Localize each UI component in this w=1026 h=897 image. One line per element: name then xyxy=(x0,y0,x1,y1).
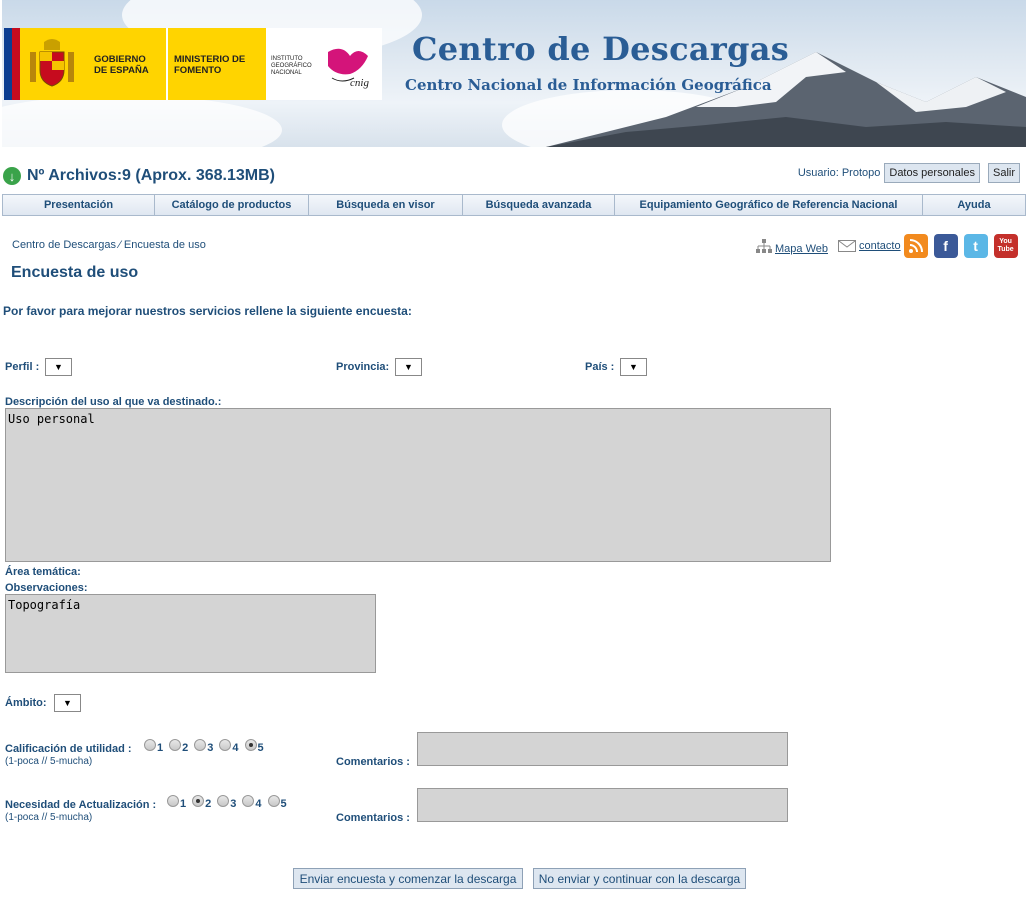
main-navigation: Presentación Catálogo de productos Búsqu… xyxy=(2,194,1026,216)
pais-label: País : xyxy=(585,361,615,373)
exit-button[interactable]: Salir xyxy=(987,163,1020,183)
area-tematica-label: Área temática: xyxy=(5,566,81,578)
spain-coat-of-arms-icon xyxy=(30,39,74,87)
actualizacion-radio-1[interactable] xyxy=(167,795,179,807)
actualizacion-radio-3[interactable] xyxy=(217,795,230,807)
contact-link[interactable]: contacto xyxy=(859,240,901,252)
download-summary[interactable]: ↓ Nº Archivos:9 (Aprox. 368.13MB) xyxy=(3,167,275,185)
chevron-down-icon: ▼ xyxy=(404,362,413,372)
cnig-wordmark: cnig xyxy=(350,77,369,89)
utilidad-rating: 1 2 3 4 5 xyxy=(138,739,264,754)
nav-equipamiento[interactable]: Equipamiento Geográfico de Referencia Na… xyxy=(615,195,923,215)
descripcion-textarea[interactable]: Uso personal xyxy=(5,408,831,562)
breadcrumb[interactable]: Centro de Descargas ⁄ Encuesta de uso xyxy=(12,239,206,251)
perfil-select[interactable]: ▼ xyxy=(45,358,72,376)
gobierno-text: GOBIERNO DE ESPAÑA xyxy=(94,54,149,76)
user-area: Usuario: Protopo Datos personales Salir xyxy=(798,163,1020,183)
utilidad-radio-4[interactable] xyxy=(219,739,232,751)
facebook-icon[interactable]: f xyxy=(933,234,958,258)
cnig-logo: cnig xyxy=(328,48,369,89)
utilidad-comentarios-label: Comentarios : xyxy=(336,756,410,768)
mail-icon xyxy=(838,240,856,252)
files-count-text: Nº Archivos:9 (Aprox. 368.13MB) xyxy=(27,167,275,184)
site-subtitle: Centro Nacional de Información Geográfic… xyxy=(405,76,772,94)
ambito-label: Ámbito: xyxy=(5,697,47,709)
observaciones-label: Observaciones: xyxy=(5,582,88,594)
youtube-icon[interactable]: You Tube xyxy=(993,234,1018,258)
actualizacion-rating: 1 2 3 4 5 xyxy=(161,795,287,810)
provincia-select[interactable]: ▼ xyxy=(395,358,422,376)
site-banner: GOBIERNO DE ESPAÑA MINISTERIO DE FOMENTO… xyxy=(2,0,1026,147)
nav-catalogo[interactable]: Catálogo de productos xyxy=(155,195,309,215)
download-arrow-icon: ↓ xyxy=(3,167,21,185)
nav-busqueda-avanzada[interactable]: Búsqueda avanzada xyxy=(463,195,615,215)
actualizacion-comentarios-input[interactable] xyxy=(417,788,788,822)
institutional-logos: GOBIERNO DE ESPAÑA MINISTERIO DE FOMENTO… xyxy=(4,28,382,100)
utilidad-radio-3[interactable] xyxy=(194,739,207,751)
send-survey-button[interactable]: Enviar encuesta y comenzar la descarga xyxy=(293,868,523,889)
chevron-down-icon: ▼ xyxy=(63,698,72,708)
actualizacion-radio-4[interactable] xyxy=(242,795,255,807)
observaciones-textarea[interactable]: Topografía xyxy=(5,594,376,673)
perfil-label: Perfil : xyxy=(5,361,40,373)
page-title: Encuesta de uso xyxy=(11,264,139,281)
actualizacion-hint: (1-poca // 5-mucha) xyxy=(5,812,93,823)
instituto-text: INSTITUTO GEOGRÁFICO NACIONAL xyxy=(271,56,312,76)
provincia-label: Provincia: xyxy=(336,361,390,373)
user-label: Usuario: Protopo xyxy=(797,167,881,179)
skip-survey-button[interactable]: No enviar y continuar con la descarga xyxy=(533,868,746,889)
personal-data-button[interactable]: Datos personales xyxy=(884,163,980,183)
utilidad-comentarios-input[interactable] xyxy=(417,732,788,766)
sitemap-icon xyxy=(756,239,772,253)
utilidad-label: Calificación de utilidad : xyxy=(5,743,132,755)
actualizacion-label: Necesidad de Actualización : xyxy=(5,799,157,811)
cloud-decoration xyxy=(2,95,282,147)
twitter-icon[interactable]: t xyxy=(963,234,988,258)
actualizacion-radio-5[interactable] xyxy=(267,795,280,807)
utility-links: Mapa Web contacto f t You Tube xyxy=(756,234,1018,258)
rss-icon[interactable] xyxy=(903,234,928,258)
nav-busqueda-visor[interactable]: Búsqueda en visor xyxy=(309,195,463,215)
site-title: Centro de Descargas xyxy=(412,30,790,68)
ministerio-text: MINISTERIO DE FOMENTO xyxy=(174,54,246,76)
chevron-down-icon: ▼ xyxy=(54,362,63,372)
chevron-down-icon: ▼ xyxy=(629,362,638,372)
nav-presentacion[interactable]: Presentación xyxy=(3,195,155,215)
eu-flag-strip xyxy=(4,28,20,100)
actualizacion-radio-2[interactable] xyxy=(192,795,205,807)
descripcion-label: Descripción del uso al que va destinado.… xyxy=(5,396,222,408)
nav-ayuda[interactable]: Ayuda xyxy=(923,195,1025,215)
utilidad-radio-1[interactable] xyxy=(144,739,156,751)
utilidad-hint: (1-poca // 5-mucha) xyxy=(5,756,93,767)
utilidad-radio-5[interactable] xyxy=(244,739,257,751)
ambito-select[interactable]: ▼ xyxy=(54,694,81,712)
pais-select[interactable]: ▼ xyxy=(620,358,647,376)
sitemap-link[interactable]: Mapa Web xyxy=(775,243,828,255)
intro-text: Por favor para mejorar nuestros servicio… xyxy=(3,304,412,318)
utilidad-radio-2[interactable] xyxy=(169,739,182,751)
actualizacion-comentarios-label: Comentarios : xyxy=(336,812,410,824)
